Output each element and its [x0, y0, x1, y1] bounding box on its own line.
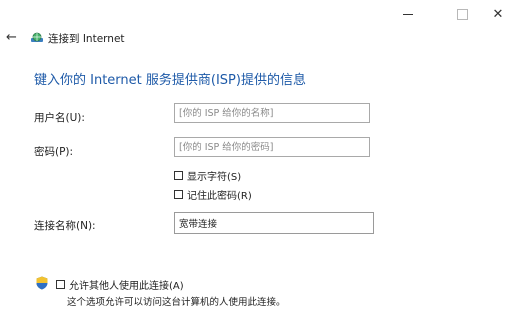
- back-arrow-icon: ←: [6, 30, 17, 45]
- remember-password-checkbox[interactable]: 记住此密码(R): [174, 187, 252, 202]
- allow-others-checkbox[interactable]: 允许其他人使用此连接(A): [56, 277, 184, 292]
- checkbox-box[interactable]: [56, 280, 65, 289]
- checkbox-box[interactable]: [174, 190, 183, 199]
- connection-name-label: 连接名称(N):: [34, 220, 96, 232]
- maximize-icon: [456, 8, 468, 20]
- username-label: 用户名(U):: [34, 112, 85, 124]
- show-characters-checkbox[interactable]: 显示字符(S): [174, 168, 241, 183]
- connection-name-field[interactable]: [174, 212, 374, 234]
- back-button[interactable]: ←: [6, 30, 17, 45]
- close-icon: ✕: [492, 6, 504, 22]
- minimize-icon: [403, 13, 413, 15]
- close-button[interactable]: ✕: [476, 0, 520, 28]
- username-field[interactable]: [174, 103, 370, 123]
- checkbox-box[interactable]: [174, 171, 183, 180]
- network-globe-icon: [31, 32, 43, 42]
- password-field[interactable]: [174, 137, 370, 157]
- show-characters-label: 显示字符(S): [187, 172, 242, 183]
- uac-shield-icon: [36, 276, 48, 290]
- minimize-button[interactable]: [386, 0, 430, 28]
- allow-others-label: 允许其他人使用此连接(A): [69, 281, 184, 292]
- remember-password-label: 记住此密码(R): [187, 191, 252, 202]
- window-title: 连接到 Internet: [48, 33, 125, 45]
- page-heading: 键入你的 Internet 服务提供商(ISP)提供的信息: [34, 73, 306, 88]
- allow-others-note: 这个选项允许可以访问这台计算机的人使用此连接。: [67, 297, 286, 308]
- password-label: 密码(P):: [34, 146, 74, 158]
